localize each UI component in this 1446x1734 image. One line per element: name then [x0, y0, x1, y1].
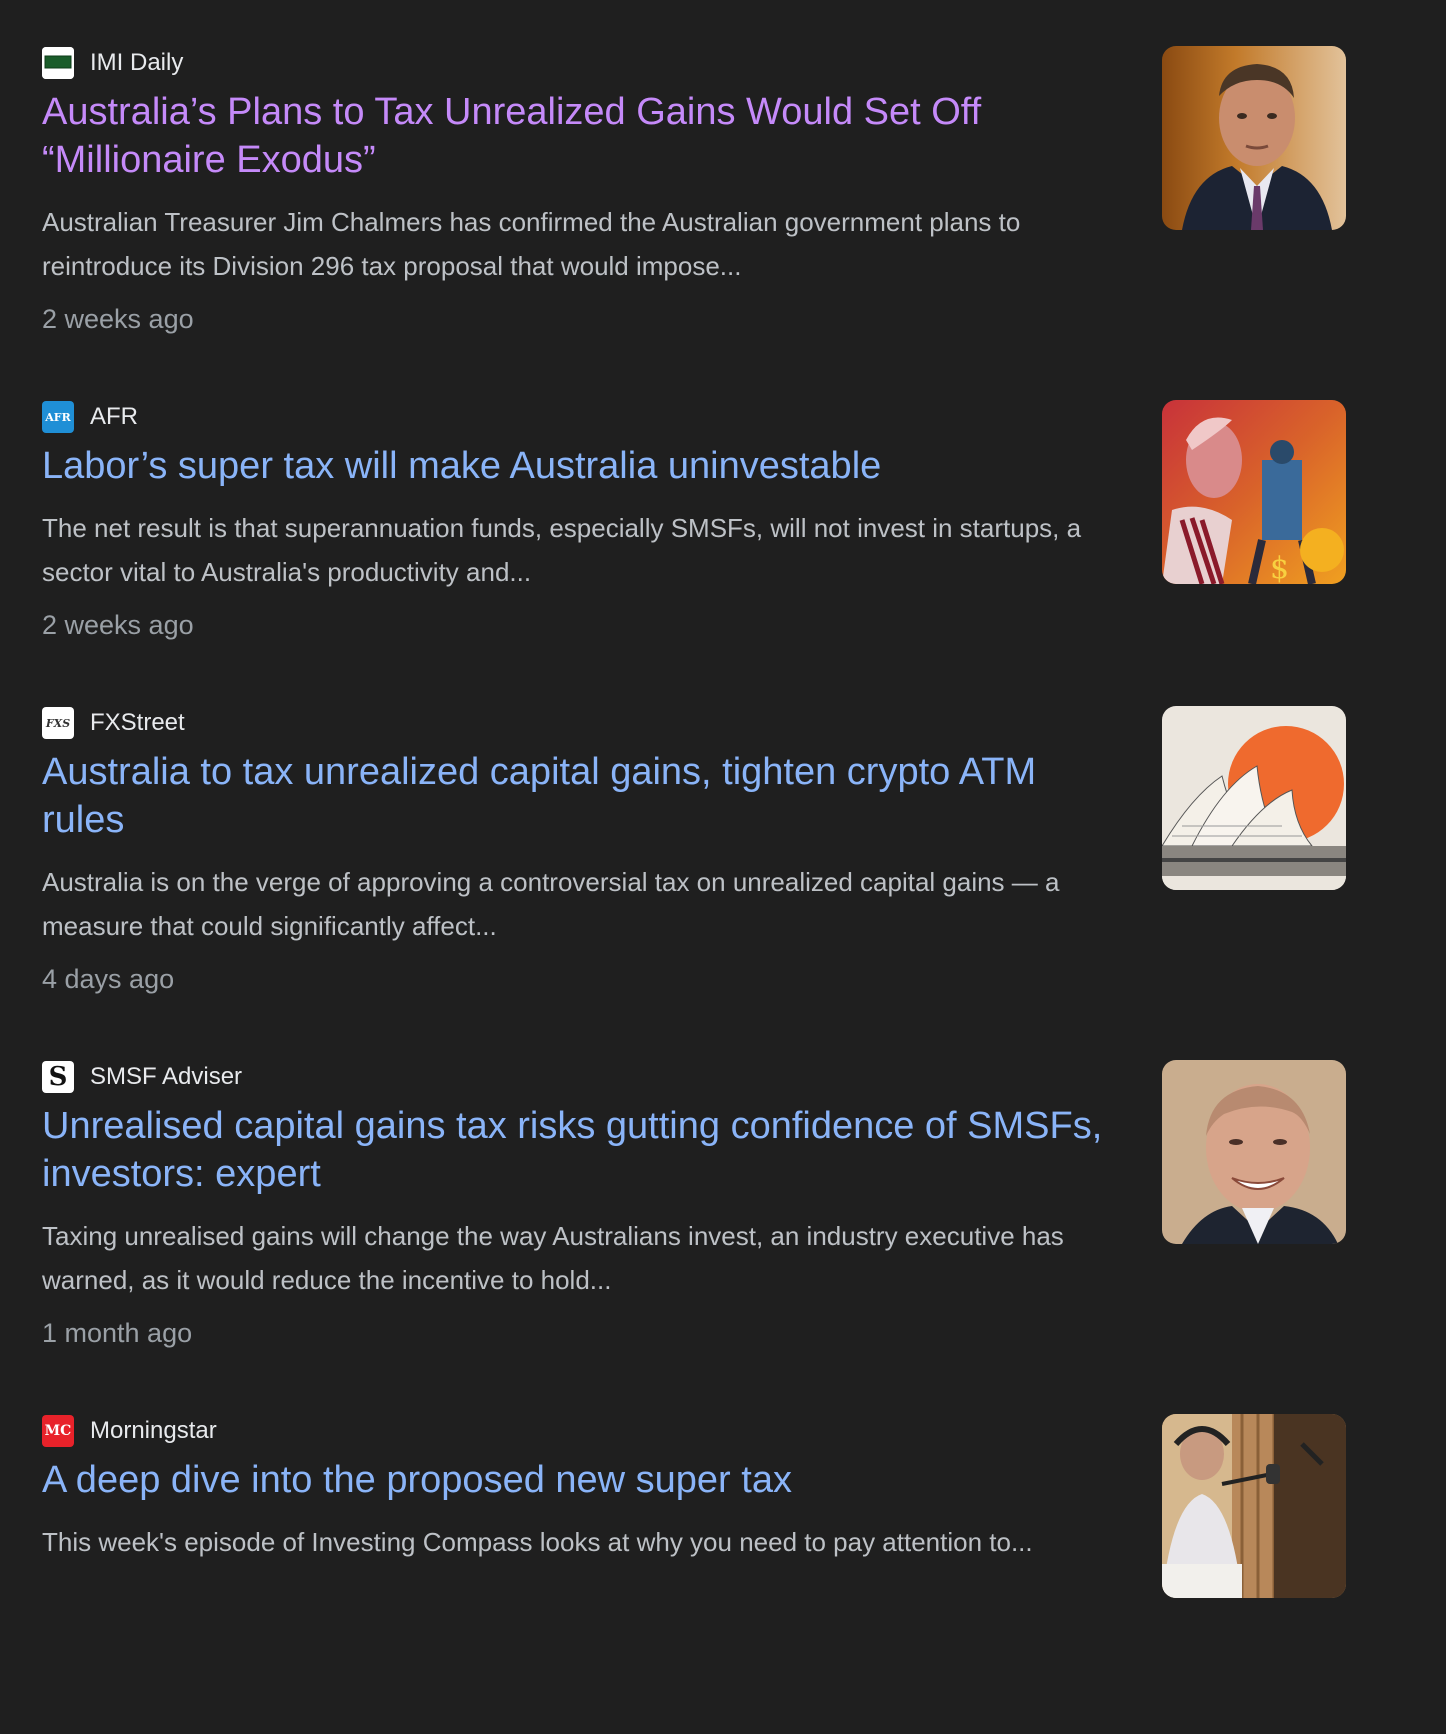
- article-headline-link[interactable]: A deep dive into the proposed new super …: [42, 1456, 1127, 1504]
- article-headline-link[interactable]: Labor’s super tax will make Australia un…: [42, 442, 1127, 490]
- article-snippet: Australian Treasurer Jim Chalmers has co…: [42, 207, 1021, 281]
- article-thumbnail[interactable]: [1162, 1414, 1346, 1598]
- article-text: S SMSF Adviser Unrealised capital gains …: [42, 1060, 1127, 1356]
- fxstreet-logo-icon: FXS: [42, 707, 74, 739]
- article-timestamp: 1 month ago: [42, 1318, 193, 1348]
- article-source[interactable]: FXS FXStreet: [42, 706, 1127, 740]
- source-name: FXStreet: [90, 709, 185, 736]
- article-timestamp: 2 weeks ago: [42, 304, 194, 334]
- article-source[interactable]: AFR AFR: [42, 400, 1127, 434]
- smsf-adviser-logo-icon: S: [42, 1061, 74, 1093]
- source-name: AFR: [90, 403, 138, 430]
- article-thumbnail[interactable]: [1162, 706, 1346, 890]
- article-thumbnail[interactable]: [1162, 46, 1346, 230]
- article-timestamp: 4 days ago: [42, 964, 175, 994]
- article-source[interactable]: IMI Daily: [42, 46, 1127, 80]
- smsf-adviser-logo-text: S: [48, 1062, 68, 1092]
- article-text: AFR AFR Labor’s super tax will make Aust…: [42, 400, 1127, 648]
- morningstar-logo-icon: MC: [42, 1415, 74, 1447]
- article-source[interactable]: S SMSF Adviser: [42, 1060, 1127, 1094]
- news-article[interactable]: MC Morningstar A deep dive into the prop…: [42, 1414, 1346, 1734]
- article-snippet: This week's episode of Investing Compass…: [42, 1527, 1033, 1557]
- article-thumbnail[interactable]: [1162, 1060, 1346, 1244]
- article-text: IMI Daily Australia’s Plans to Tax Unrea…: [42, 46, 1127, 342]
- article-snippet: The net result is that superannuation fu…: [42, 513, 1082, 587]
- article-thumbnail[interactable]: $: [1162, 400, 1346, 584]
- article-text: FXS FXStreet Australia to tax unrealized…: [42, 706, 1127, 1002]
- article-snippet: Taxing unrealised gains will change the …: [42, 1221, 1064, 1295]
- article-headline-link[interactable]: Australia to tax unrealized capital gain…: [42, 748, 1127, 844]
- news-article[interactable]: IMI Daily Australia’s Plans to Tax Unrea…: [42, 46, 1346, 366]
- news-article[interactable]: S SMSF Adviser Unrealised capital gains …: [42, 1060, 1346, 1380]
- article-text: MC Morningstar A deep dive into the prop…: [42, 1414, 1127, 1564]
- imi-daily-logo-icon: [42, 47, 74, 79]
- svg-text:$: $: [1270, 551, 1289, 584]
- source-name: SMSF Adviser: [90, 1063, 243, 1090]
- news-article[interactable]: FXS FXStreet Australia to tax unrealized…: [42, 706, 1346, 1026]
- article-headline-link[interactable]: Unrealised capital gains tax risks gutti…: [42, 1102, 1127, 1198]
- afr-logo-icon: AFR: [42, 401, 74, 433]
- fxstreet-logo-text: FXS: [45, 716, 71, 730]
- source-name: IMI Daily: [90, 49, 184, 76]
- article-snippet: Australia is on the verge of approving a…: [42, 867, 1060, 941]
- article-timestamp: 2 weeks ago: [42, 610, 194, 640]
- article-headline-link[interactable]: Australia’s Plans to Tax Unrealized Gain…: [42, 88, 1127, 184]
- afr-logo-text: AFR: [45, 410, 71, 424]
- news-article[interactable]: AFR AFR Labor’s super tax will make Aust…: [42, 400, 1346, 720]
- source-name: Morningstar: [90, 1417, 217, 1444]
- morningstar-logo-text: MC: [44, 1423, 72, 1439]
- article-source[interactable]: MC Morningstar: [42, 1414, 1127, 1448]
